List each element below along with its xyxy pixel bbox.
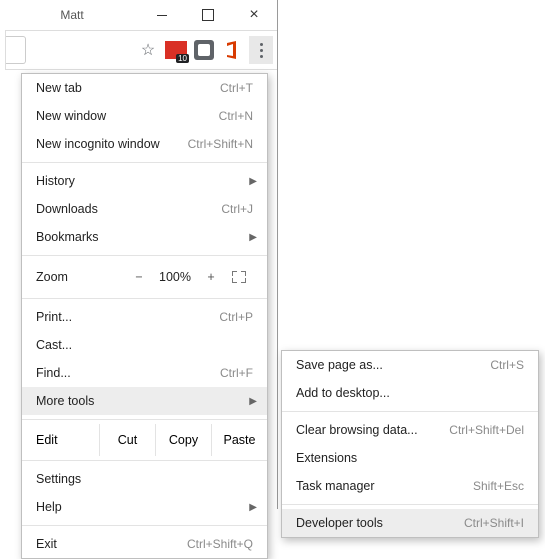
- submenu-clear-browsing-data[interactable]: Clear browsing data... Ctrl+Shift+Del: [282, 416, 538, 444]
- paste-button[interactable]: Paste: [212, 424, 267, 456]
- submenu-add-to-desktop[interactable]: Add to desktop...: [282, 379, 538, 407]
- menu-bookmarks[interactable]: Bookmarks ▶: [22, 223, 267, 251]
- chrome-main-menu: New tab Ctrl+T New window Ctrl+N New inc…: [21, 73, 268, 559]
- extension-badge: 10: [176, 54, 189, 63]
- menu-separator: [22, 419, 267, 420]
- menu-history[interactable]: History ▶: [22, 167, 267, 195]
- bookmark-star-icon[interactable]: ☆: [137, 39, 159, 61]
- menu-new-tab[interactable]: New tab Ctrl+T: [22, 74, 267, 102]
- window-minimize-button[interactable]: [139, 0, 185, 30]
- fullscreen-button[interactable]: [225, 271, 253, 283]
- zoom-label: Zoom: [36, 270, 125, 284]
- menu-separator: [22, 162, 267, 163]
- pane-divider: [277, 0, 278, 509]
- zoom-out-button[interactable]: −: [125, 270, 153, 284]
- edit-label: Edit: [22, 424, 100, 456]
- menu-find[interactable]: Find... Ctrl+F: [22, 359, 267, 387]
- more-tools-submenu: Save page as... Ctrl+S Add to desktop...…: [281, 350, 539, 538]
- chrome-menu-button[interactable]: [249, 36, 273, 64]
- menu-zoom-row: Zoom − 100% +: [22, 260, 267, 294]
- menu-separator: [22, 255, 267, 256]
- menu-separator: [22, 298, 267, 299]
- menu-settings[interactable]: Settings: [22, 465, 267, 493]
- menu-separator: [22, 525, 267, 526]
- menu-new-window[interactable]: New window Ctrl+N: [22, 102, 267, 130]
- window-maximize-button[interactable]: [185, 0, 231, 30]
- submenu-arrow-icon: ▶: [249, 176, 257, 187]
- omnibox-fragment[interactable]: [6, 36, 26, 64]
- menu-new-incognito[interactable]: New incognito window Ctrl+Shift+N: [22, 130, 267, 158]
- menu-print[interactable]: Print... Ctrl+P: [22, 303, 267, 331]
- menu-cast[interactable]: Cast...: [22, 331, 267, 359]
- profile-name: Matt: [5, 8, 139, 22]
- submenu-save-page-as[interactable]: Save page as... Ctrl+S: [282, 351, 538, 379]
- window-titlebar: Matt ×: [5, 0, 277, 30]
- submenu-arrow-icon: ▶: [249, 232, 257, 243]
- menu-edit-row: Edit Cut Copy Paste: [22, 424, 267, 456]
- menu-more-tools[interactable]: More tools ▶: [22, 387, 267, 415]
- submenu-developer-tools[interactable]: Developer tools Ctrl+Shift+I: [282, 509, 538, 537]
- window-close-button[interactable]: ×: [231, 0, 277, 30]
- extension-lastpass-icon[interactable]: 10: [165, 39, 187, 61]
- cut-button[interactable]: Cut: [100, 424, 156, 456]
- browser-toolbar: ☆ 10: [5, 30, 277, 70]
- submenu-extensions[interactable]: Extensions: [282, 444, 538, 472]
- extension-2-icon[interactable]: [193, 39, 215, 61]
- zoom-percent: 100%: [153, 270, 197, 284]
- submenu-task-manager[interactable]: Task manager Shift+Esc: [282, 472, 538, 500]
- copy-button[interactable]: Copy: [156, 424, 212, 456]
- menu-separator: [22, 460, 267, 461]
- menu-separator: [282, 411, 538, 412]
- zoom-in-button[interactable]: +: [197, 270, 225, 284]
- extension-office-icon[interactable]: [221, 39, 243, 61]
- submenu-arrow-icon: ▶: [249, 396, 257, 407]
- menu-exit[interactable]: Exit Ctrl+Shift+Q: [22, 530, 267, 558]
- menu-help[interactable]: Help ▶: [22, 493, 267, 521]
- menu-downloads[interactable]: Downloads Ctrl+J: [22, 195, 267, 223]
- menu-separator: [282, 504, 538, 505]
- submenu-arrow-icon: ▶: [249, 502, 257, 513]
